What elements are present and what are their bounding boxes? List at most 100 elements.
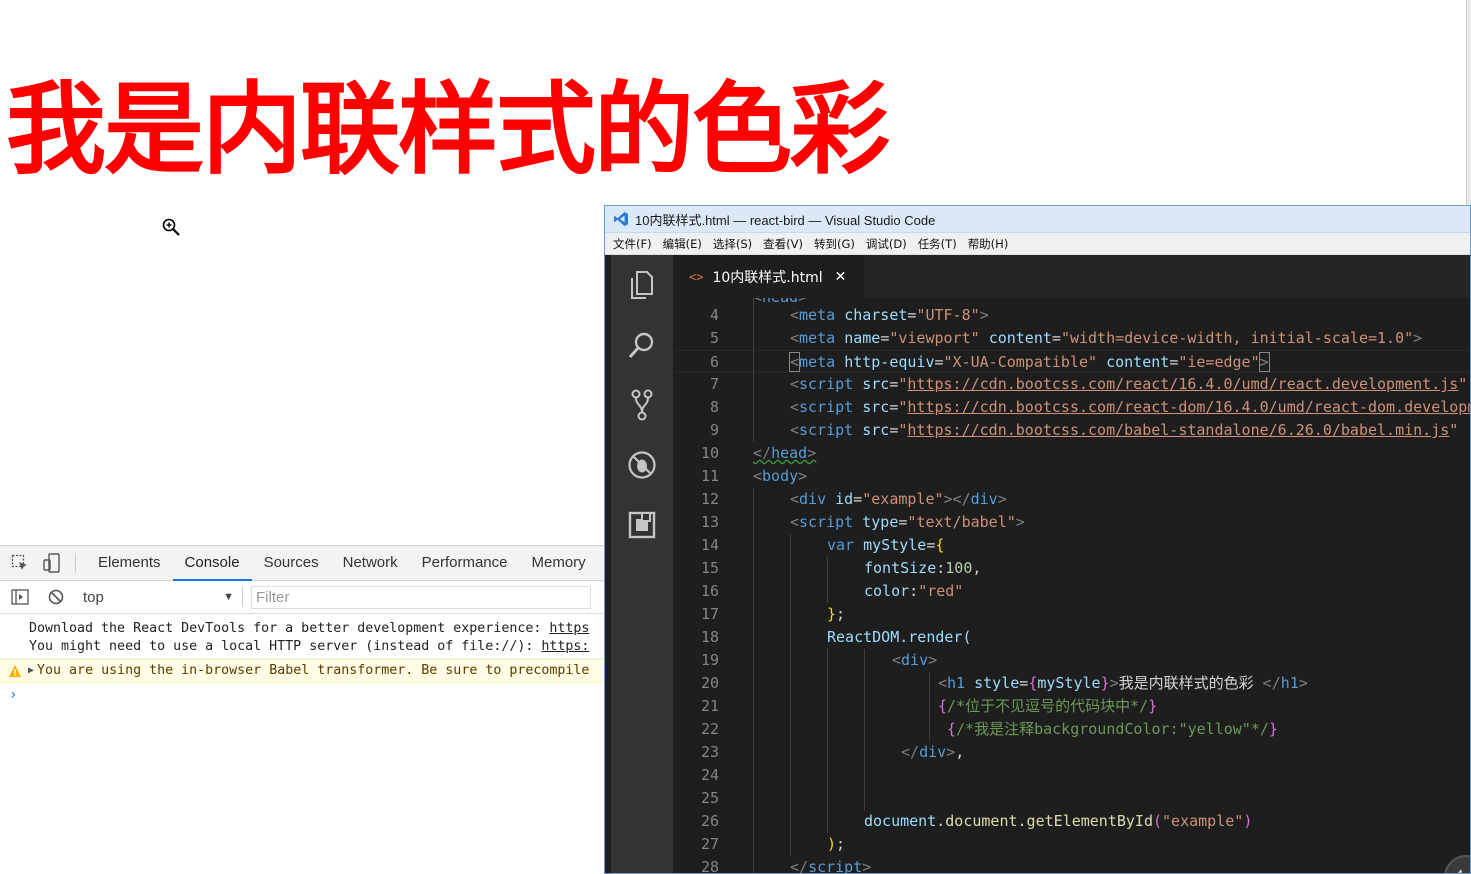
console-output: Download the React DevTools for a better… [0,614,606,707]
code-line: 24 [673,764,1470,787]
tab-console[interactable]: Console [172,546,252,581]
code-line: 10 </head> [673,442,1470,465]
code-token: "viewport" [889,329,980,347]
page-scrollbar[interactable] [1466,0,1471,205]
indent-guide [790,534,791,856]
indent-guide [753,488,754,873]
code-token: "ie=edge" [1178,353,1260,371]
code-editor[interactable]: <head> 4<meta charset="UTF-8"> 5<meta na… [673,298,1470,873]
indent-guide [929,672,930,741]
code-link[interactable]: https://cdn.bootcss.com/react/16.4.0/umd… [907,375,1458,393]
menu-debug[interactable]: 调试(D) [866,236,907,252]
tab-label: 10内联样式.html [712,269,823,286]
inspect-element-icon[interactable] [9,552,31,574]
show-sidebar-icon[interactable] [9,586,31,608]
code-line: 15 fontSize:100, [673,557,1470,580]
code-comment: /*我是注释backgroundColor:"yellow"*/ [956,720,1269,738]
code-token: color [864,582,910,600]
code-line: 7 <script src="https://cdn.bootcss.com/re… [673,373,1470,396]
menu-file[interactable]: 文件(F) [613,236,652,252]
code-token: 我是内联样式的色彩 [1118,674,1263,692]
devtools-panel: Elements Console Sources Network Perform… [0,545,606,874]
zoom-cursor-icon [162,218,180,236]
tab-10-inline-style[interactable]: <> 10内联样式.html ✕ [673,255,865,298]
code-token: "width=device-width, initial-scale=1.0" [1060,329,1414,347]
code-token: "example" [1162,812,1244,830]
tab-elements[interactable]: Elements [86,546,173,581]
code-token: "X-UA-Compatible" [943,353,1098,371]
line-number: 15 [700,559,719,577]
code-line: 27); [673,833,1470,856]
line-number: 20 [700,674,719,692]
tab-sources[interactable]: Sources [252,546,331,581]
console-warning[interactable]: ▶ You are using the in-browser Babel tra… [0,659,606,683]
console-message-group: Download the React DevTools for a better… [0,614,606,659]
menu-edit[interactable]: 编辑(E) [663,236,702,252]
line-number: 24 [700,766,719,784]
menu-tasks[interactable]: 任务(T) [918,236,957,252]
console-message: You might need to use a local HTTP serve… [0,638,606,656]
code-line: 22 {/*我是注释backgroundColor:"yellow"*/} [673,718,1470,741]
editor-group: <> 10内联样式.html ✕ <head> 4<meta charset="… [673,255,1470,873]
code-line: 17}; [673,603,1470,626]
search-icon[interactable] [626,329,658,361]
device-toolbar-icon[interactable] [41,552,63,574]
close-icon[interactable]: ✕ [835,269,847,285]
line-number: 25 [700,789,719,807]
console-link[interactable]: https: [541,639,589,654]
vscode-logo-icon [614,212,628,226]
code-line: 4 <meta charset="UTF-8"> [673,304,1470,327]
warning-text: You are using the in-browser Babel trans… [37,663,590,678]
context-label: top [83,588,104,606]
toolbar-divider [75,553,76,573]
debug-icon[interactable] [626,449,658,481]
line-number: 23 [700,743,719,761]
code-line-current: 6 <meta http-equiv="X-UA-Compatible" cont… [673,350,1470,373]
tab-memory[interactable]: Memory [520,546,598,581]
menu-view[interactable]: 查看(V) [763,236,803,252]
vscode-window: 10内联样式.html — react-bird — Visual Studio… [604,205,1471,874]
editor-tabs: <> 10内联样式.html ✕ [673,255,1470,298]
code-token: "example" [862,490,944,508]
code-line: 9 <script src="https://cdn.bootcss.com/ba… [673,419,1470,442]
indent-guide [864,649,865,810]
code-line: 25 [673,787,1470,810]
code-line: 18 ReactDOM.render( [673,626,1470,649]
code-line: 14 var myStyle={ [673,534,1470,557]
indent-guide [753,298,754,442]
tab-performance[interactable]: Performance [410,546,520,581]
code-token: "text/babel" [907,513,1016,531]
code-line: 8 <script src="https://cdn.bootcss.com/re… [673,396,1470,419]
menu-selection[interactable]: 选择(S) [713,236,752,252]
devtools-tabbar: Elements Console Sources Network Perform… [0,546,606,581]
menu-bar: 文件(F) 编辑(E) 选择(S) 查看(V) 转到(G) 调试(D) 任务(T… [605,233,1470,255]
window-titlebar: 10内联样式.html — react-bird — Visual Studio… [605,206,1470,233]
menu-go[interactable]: 转到(G) [814,236,855,252]
line-number: 12 [700,490,719,508]
code-line: 12 <div id="example"></div> [673,488,1470,511]
line-number: 26 [700,812,719,830]
warning-icon [9,665,21,677]
console-link[interactable]: https [549,621,589,636]
tab-network[interactable]: Network [331,546,410,581]
console-message-text: You might need to use a local HTTP serve… [29,639,542,654]
indent-guide [827,557,828,603]
code-link[interactable]: https://cdn.bootcss.com/babel-standalone… [907,421,1449,439]
context-selector[interactable]: top ▼ [75,587,243,607]
expand-arrow-icon[interactable]: ▶ [28,660,34,682]
files-icon[interactable] [626,269,658,301]
console-message: Download the React DevTools for a better… [0,620,606,638]
code-token: document.getElementById [945,812,1153,830]
clear-console-icon[interactable] [45,586,67,608]
console-prompt[interactable]: › [0,683,606,707]
menu-help[interactable]: 帮助(H) [968,236,1009,252]
line-number: 27 [700,835,719,853]
extensions-icon[interactable] [626,509,658,541]
line-number: 22 [700,720,719,738]
filter-input[interactable]: Filter [251,585,591,609]
line-number: 16 [700,582,719,600]
code-line: 26 document.document.getElementById("exam… [673,810,1470,833]
code-link[interactable]: https://cdn.bootcss.com/react-dom/16.4.0… [907,398,1470,416]
line-number: 21 [700,697,719,715]
source-control-icon[interactable] [626,389,658,421]
